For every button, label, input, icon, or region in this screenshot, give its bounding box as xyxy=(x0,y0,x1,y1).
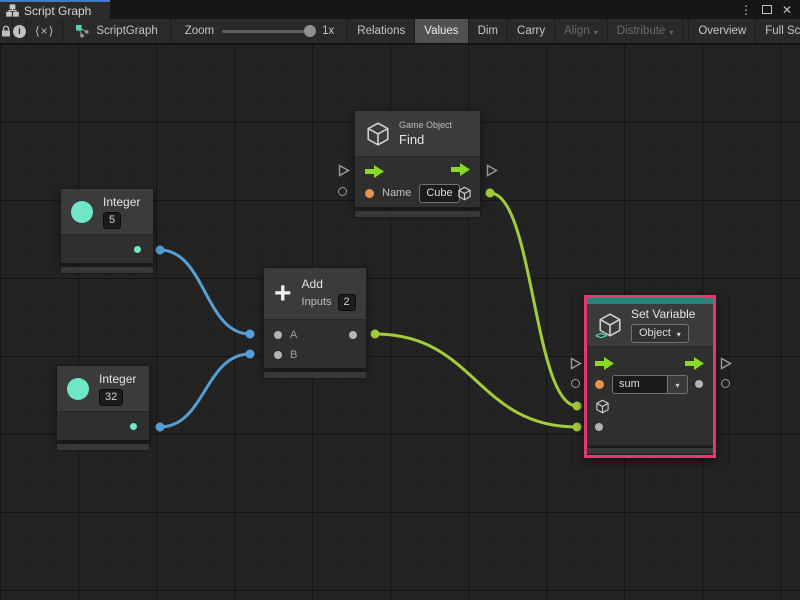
wire-integer-5.value-out-to-add.input-a xyxy=(160,250,250,334)
zoom-value: 1x xyxy=(322,25,334,37)
info-button[interactable]: i xyxy=(13,19,27,43)
toolbar-button-fullscreen[interactable]: Full Screen xyxy=(756,19,800,43)
value-output-port[interactable] xyxy=(134,246,141,253)
flow-input-port[interactable] xyxy=(365,165,385,178)
toolbar-button-values[interactable]: Values xyxy=(415,19,468,43)
value-entry-marker xyxy=(338,187,347,196)
variable-scope-dropdown[interactable]: Object ▾ xyxy=(631,324,689,343)
node-footer xyxy=(354,210,481,218)
integer-value-field[interactable]: 5 xyxy=(103,212,121,229)
integer-type-icon xyxy=(67,378,89,400)
wire-add.sum-out-to-set-variable.value-in xyxy=(375,334,577,427)
flow-exit-marker xyxy=(720,357,732,370)
wire-find.result-out-to-set-variable.target-in xyxy=(490,193,577,406)
node-set-variable[interactable]: <> Set Variable Object ▾ xyxy=(584,295,716,458)
inputs-count-field[interactable]: 2 xyxy=(338,294,356,311)
node-game-object-find[interactable]: Game Object Find Na xyxy=(354,110,481,218)
toolbar-button-dim[interactable]: Dim xyxy=(469,19,508,43)
node-footer xyxy=(60,266,154,274)
flow-entry-marker xyxy=(338,164,350,177)
flow-exit-marker xyxy=(486,164,498,177)
graph-toolbar: i ⟨×⟩ ScriptGraph Zoom 1x Relations xyxy=(0,19,800,44)
game-object-output-port[interactable] xyxy=(457,186,472,201)
flow-entry-marker xyxy=(570,357,582,370)
variable-brackets-icon: <> xyxy=(595,329,606,342)
node-title: Integer xyxy=(103,195,140,209)
inputs-label: Inputs xyxy=(302,296,332,308)
value-output-port[interactable] xyxy=(695,380,703,388)
caret-down-icon: ▾ xyxy=(669,28,673,37)
script-graph-icon xyxy=(75,24,90,38)
node-title: Add xyxy=(302,277,356,291)
lock-icon xyxy=(0,25,12,38)
toolbar-button-relations[interactable]: Relations xyxy=(348,19,415,43)
tab-script-graph[interactable]: Script Graph xyxy=(0,0,110,19)
variable-name-dropdown-button[interactable]: ▾ xyxy=(668,375,688,394)
node-integer-32[interactable]: Integer 32 xyxy=(56,365,150,451)
node-integer-5[interactable]: Integer 5 xyxy=(60,188,154,274)
integer-type-icon xyxy=(71,201,93,223)
caret-down-icon: ▾ xyxy=(594,28,598,37)
variable-name-port[interactable] xyxy=(595,380,604,389)
integer-value-field[interactable]: 32 xyxy=(99,389,123,406)
wire-integer-32.value-out-to-add.input-b xyxy=(160,354,250,427)
tab-title: Script Graph xyxy=(24,4,91,18)
code-preview-button[interactable]: ⟨×⟩ xyxy=(27,19,63,43)
code-icon: ⟨×⟩ xyxy=(35,24,54,38)
node-footer xyxy=(263,371,367,379)
flow-output-port[interactable] xyxy=(685,357,705,370)
variable-name-combo[interactable]: sum ▾ xyxy=(612,375,688,394)
name-label: Name xyxy=(382,187,411,199)
tab-bar: Script Graph ⋮ ✕ xyxy=(0,0,800,19)
game-object-cube-icon xyxy=(365,121,391,147)
graph-breadcrumb[interactable]: ScriptGraph xyxy=(63,19,170,43)
zoom-label: Zoom xyxy=(185,25,214,37)
maximize-icon[interactable] xyxy=(762,5,772,14)
window-controls: ⋮ ✕ xyxy=(740,0,800,19)
unity-script-graph-window: Script Graph ⋮ ✕ i ⟨×⟩ xyxy=(0,0,800,600)
sum-output-port[interactable] xyxy=(349,331,357,339)
node-title: Find xyxy=(399,132,452,147)
toolbar-button-align[interactable]: Align ▾ xyxy=(555,19,608,43)
name-value-field[interactable]: Cube xyxy=(419,184,459,203)
node-title: Set Variable xyxy=(631,307,695,321)
flow-output-port[interactable] xyxy=(451,163,471,176)
port-label-b: B xyxy=(290,349,297,361)
value-exit-marker xyxy=(721,379,730,388)
graph-canvas[interactable]: Integer 5 Integer 32 xyxy=(0,44,800,600)
zoom-slider-handle[interactable] xyxy=(304,25,316,37)
menu-kebab-icon[interactable]: ⋮ xyxy=(740,4,752,16)
name-input-port[interactable] xyxy=(365,189,374,198)
graph-name-label: ScriptGraph xyxy=(96,25,157,37)
node-add[interactable]: + Add Inputs 2 A xyxy=(263,267,367,379)
info-icon: i xyxy=(13,25,26,38)
toolbar-button-carry[interactable]: Carry xyxy=(508,19,555,43)
value-output-port[interactable] xyxy=(130,423,137,430)
flow-input-port[interactable] xyxy=(595,357,615,370)
port-label-a: A xyxy=(290,329,297,341)
zoom-slider[interactable] xyxy=(222,30,314,33)
node-category: Game Object xyxy=(399,120,452,130)
input-port-a[interactable] xyxy=(274,331,282,339)
input-port-b[interactable] xyxy=(274,351,282,359)
variable-name-field[interactable]: sum xyxy=(612,375,668,394)
target-object-port[interactable] xyxy=(595,399,610,414)
node-title: Integer xyxy=(99,372,136,386)
node-footer xyxy=(587,447,713,455)
caret-down-icon: ▾ xyxy=(675,381,679,390)
value-entry-marker xyxy=(571,379,580,388)
close-icon[interactable]: ✕ xyxy=(782,4,792,16)
graph-hierarchy-icon xyxy=(6,4,19,17)
node-footer xyxy=(56,443,150,451)
value-input-port[interactable] xyxy=(595,423,603,431)
add-icon: + xyxy=(274,281,292,307)
caret-down-icon: ▾ xyxy=(677,327,681,342)
lock-button[interactable] xyxy=(0,19,13,43)
toolbar-button-distribute[interactable]: Distribute ▾ xyxy=(608,19,684,43)
zoom-control: Zoom 1x xyxy=(171,19,343,43)
toolbar-button-overview[interactable]: Overview xyxy=(689,19,756,43)
